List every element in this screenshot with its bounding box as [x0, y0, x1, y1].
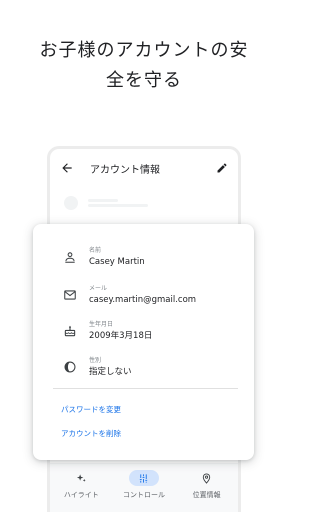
field-value: Casey Martin [89, 257, 145, 267]
location-pin-icon [202, 472, 211, 484]
placeholder-row [64, 196, 148, 210]
sparkle-icon [76, 473, 86, 482]
edit-pencil-icon[interactable] [216, 162, 228, 174]
field-label: 性別 [89, 357, 102, 364]
field-gender[interactable]: 性別 指定しない [63, 356, 132, 378]
app-bar: アカウント情報 [50, 149, 238, 187]
headline-line-2: 全を守る [106, 70, 182, 91]
nav-item-location[interactable]: 位置情報 [177, 470, 237, 500]
promo-headline: お子様のアカウントの安 全を守る [0, 36, 288, 96]
field-email[interactable]: メール casey.martin@gmail.com [63, 284, 196, 306]
bottom-navigation: ハイライト コントロール 位置情報 [50, 463, 238, 512]
page-title: アカウント情報 [90, 164, 160, 176]
person-badge-icon [65, 252, 75, 263]
back-arrow-icon[interactable] [60, 161, 74, 175]
field-value: 指定しない [89, 367, 132, 377]
field-label: メール [89, 285, 108, 292]
field-value: 2009年3月18日 [89, 331, 153, 341]
nav-label: 位置情報 [192, 491, 221, 499]
field-label: 生年月日 [89, 321, 114, 328]
field-birthday[interactable]: 生年月日 2009年3月18日 [63, 320, 152, 342]
nav-item-highlights[interactable]: ハイライト [51, 470, 111, 500]
mail-icon [64, 290, 76, 300]
divider [53, 388, 238, 389]
field-value: casey.martin@gmail.com [89, 295, 197, 305]
field-name[interactable]: 名前 Casey Martin [63, 246, 145, 268]
change-password-link[interactable]: パスワードを変更 [61, 404, 121, 415]
cake-icon [64, 325, 76, 337]
nav-item-controls[interactable]: コントロール [114, 470, 174, 500]
nav-label: コントロール [122, 491, 165, 499]
gender-icon [64, 361, 76, 373]
nav-label: ハイライト [63, 491, 99, 499]
field-label: 名前 [89, 247, 102, 254]
tune-icon [140, 473, 148, 483]
delete-account-link[interactable]: アカウントを削除 [61, 428, 121, 439]
placeholder-avatar [64, 196, 78, 210]
headline-line-1: お子様のアカウントの安 [39, 40, 249, 61]
account-info-card: 名前 Casey Martin メール casey.martin@gmail.c… [33, 224, 254, 460]
